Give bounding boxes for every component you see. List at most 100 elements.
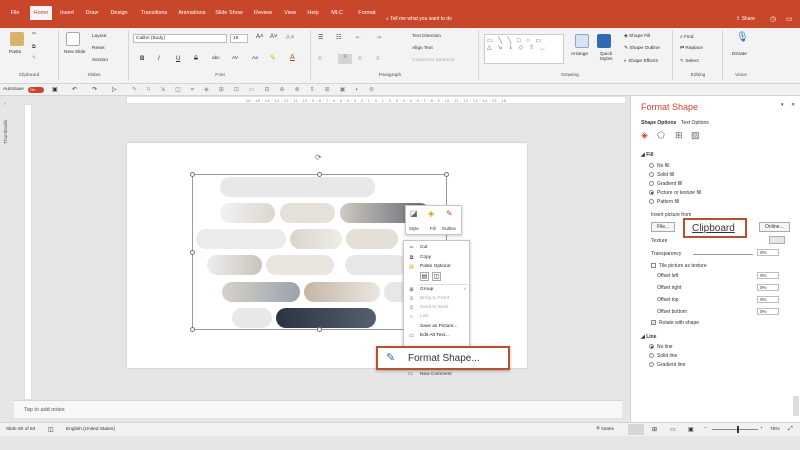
zoom-out-icon[interactable]: − xyxy=(704,426,707,431)
indent-icon[interactable]: ⇤ xyxy=(356,34,361,41)
tell-me-search[interactable]: ⌕ Tell me what you want to do xyxy=(386,16,496,26)
dictate-button[interactable]: Dictate xyxy=(732,52,747,57)
reset-button[interactable]: Reset xyxy=(92,46,105,51)
convert-smartart-button[interactable]: Convert to SmartArt xyxy=(412,58,454,63)
highlight-icon[interactable]: ✎ xyxy=(270,54,276,62)
history-icon[interactable]: ◷ xyxy=(770,15,776,23)
share-button[interactable]: ⇪ Share xyxy=(736,16,760,22)
undo-icon[interactable]: ↶ xyxy=(72,86,77,93)
autosave-toggle[interactable]: On xyxy=(28,87,44,93)
fill-bucket-icon[interactable]: ◈ xyxy=(428,209,434,218)
outline-button[interactable]: Outline xyxy=(442,226,456,231)
zoom-slider-thumb[interactable] xyxy=(737,426,739,433)
font-color-icon[interactable]: A xyxy=(290,54,295,61)
tile-checkbox[interactable] xyxy=(651,263,656,268)
layout-button[interactable]: Layout xyxy=(92,34,106,39)
fill-line-icon[interactable]: ◈ xyxy=(641,130,648,141)
shape-effects-button[interactable]: ◐ Shape Effects xyxy=(624,59,658,64)
grow-font-icon[interactable]: A˄ xyxy=(256,34,264,40)
line-section-header[interactable]: ◢ Line xyxy=(641,334,657,340)
tab-help[interactable]: Help xyxy=(306,6,320,20)
notes-toggle[interactable]: ≙ Notes xyxy=(596,427,614,432)
select-button[interactable]: ↖ Select xyxy=(680,59,699,64)
expand-chevron-icon[interactable]: › xyxy=(4,102,6,107)
fill-button[interactable]: Fill xyxy=(430,226,436,231)
microphone-icon[interactable]: 🎙 xyxy=(736,32,749,43)
picture-icon[interactable]: ▨ xyxy=(691,130,700,141)
align-center-icon[interactable]: ≡ xyxy=(338,54,352,64)
tab-home[interactable]: Home xyxy=(30,6,52,20)
offset-bottom-spinner[interactable]: 0% xyxy=(757,308,779,315)
zoom-in-icon[interactable]: + xyxy=(760,426,763,431)
offset-top-spinner[interactable]: 0% xyxy=(757,296,779,303)
shapes-gallery[interactable]: ▭ ╲ ╲ □ ○ ▭ △ ↘ ⇂ ◇ ⇧ ◡ xyxy=(484,34,564,64)
quick-styles-button[interactable]: Quick Styles xyxy=(594,52,618,62)
tab-slide-show[interactable]: Slide Show xyxy=(214,6,244,20)
tab-shape-options[interactable]: Shape Options xyxy=(641,120,676,126)
tab-transitions[interactable]: Transitions xyxy=(138,6,170,20)
tab-review[interactable]: Review xyxy=(252,6,274,20)
radio-gradient-line[interactable] xyxy=(649,362,654,367)
radio-pattern-fill[interactable] xyxy=(649,199,654,204)
menu-item-format-shape[interactable]: ✎ Format Shape... xyxy=(376,346,510,370)
online-button[interactable]: Online... xyxy=(759,222,790,232)
shape-outline-button[interactable]: ✎ Shape Outline xyxy=(624,46,660,51)
size-properties-icon[interactable]: ⊞ xyxy=(675,130,683,141)
paste-picture-icon[interactable]: ◫ xyxy=(432,272,441,281)
strikethrough-button[interactable]: S xyxy=(194,56,198,62)
quick-styles-icon[interactable] xyxy=(597,34,611,48)
tab-animations[interactable]: Animations xyxy=(176,6,208,20)
effects-icon[interactable]: ⬠ xyxy=(657,130,665,141)
radio-no-line[interactable] xyxy=(649,344,654,349)
resize-handle[interactable] xyxy=(444,172,449,177)
fit-to-window-icon[interactable]: ⤢ xyxy=(788,426,793,433)
radio-no-fill[interactable] xyxy=(649,163,654,168)
align-left-icon[interactable]: ≡ xyxy=(318,56,322,62)
close-icon[interactable]: ✕ xyxy=(791,102,795,108)
tab-format[interactable]: Format xyxy=(356,6,378,20)
resize-handle[interactable] xyxy=(190,327,195,332)
file-button[interactable]: File... xyxy=(651,222,676,232)
tab-text-options[interactable]: Text Options xyxy=(681,120,709,126)
font-size-combo[interactable]: 18 xyxy=(230,34,248,43)
change-case-button[interactable]: Aa xyxy=(252,56,258,61)
copy-icon[interactable]: ⧉ xyxy=(32,44,35,50)
bold-button[interactable]: B xyxy=(140,56,144,62)
char-spacing-button[interactable]: AV xyxy=(232,56,238,61)
comment-icon[interactable]: ▭ xyxy=(786,15,793,23)
paste-option-icon[interactable]: ▤ xyxy=(420,272,429,281)
clipboard-button[interactable]: Clipboard xyxy=(683,218,747,238)
normal-view-icon[interactable] xyxy=(628,424,644,435)
save-icon[interactable]: ▣ xyxy=(52,86,58,93)
align-right-icon[interactable]: ≡ xyxy=(358,56,362,62)
style-button[interactable]: Style xyxy=(409,226,419,231)
menu-item-new-comment[interactable]: New Comment xyxy=(420,372,452,377)
qat-tools-icon[interactable]: ✎⌑⇲◫⌗◈⊞⊡▭⊟⊕⊗⇕⊞▣◐⊚ xyxy=(132,86,384,94)
resize-handle[interactable] xyxy=(190,250,195,255)
zoom-slider[interactable] xyxy=(712,429,758,430)
paste-icon[interactable] xyxy=(10,32,24,46)
underline-button[interactable]: U xyxy=(176,56,180,62)
pane-scrollbar[interactable] xyxy=(793,396,799,416)
text-shadow-button[interactable]: abc xyxy=(212,56,220,61)
resize-handle[interactable] xyxy=(317,327,322,332)
tab-mlc[interactable]: MLC xyxy=(330,6,344,20)
radio-picture-fill[interactable] xyxy=(649,190,654,195)
bullets-icon[interactable]: ☰ xyxy=(318,34,323,41)
tab-draw[interactable]: Draw xyxy=(84,6,100,20)
justify-icon[interactable]: ≡ xyxy=(376,56,380,62)
menu-item-group[interactable]: Group xyxy=(420,287,433,292)
notes-pane[interactable]: Tap to add notes xyxy=(14,400,622,418)
align-text-button[interactable]: Align Text xyxy=(412,46,433,51)
replace-button[interactable]: ⇄ Replace xyxy=(680,46,703,51)
rotate-handle-icon[interactable]: ⟳ xyxy=(315,153,322,162)
language-label[interactable]: English (United States) xyxy=(66,427,115,432)
pane-options-icon[interactable]: ▾ xyxy=(781,102,784,108)
resize-handle[interactable] xyxy=(317,172,322,177)
new-slide-button[interactable]: New Slide xyxy=(64,50,86,55)
offset-right-spinner[interactable]: 0% xyxy=(757,284,779,291)
radio-solid-fill[interactable] xyxy=(649,172,654,177)
style-icon[interactable]: ◪ xyxy=(410,209,418,218)
fill-section-header[interactable]: ◢ Fill xyxy=(641,152,653,158)
numbering-icon[interactable]: ☷ xyxy=(336,34,341,41)
